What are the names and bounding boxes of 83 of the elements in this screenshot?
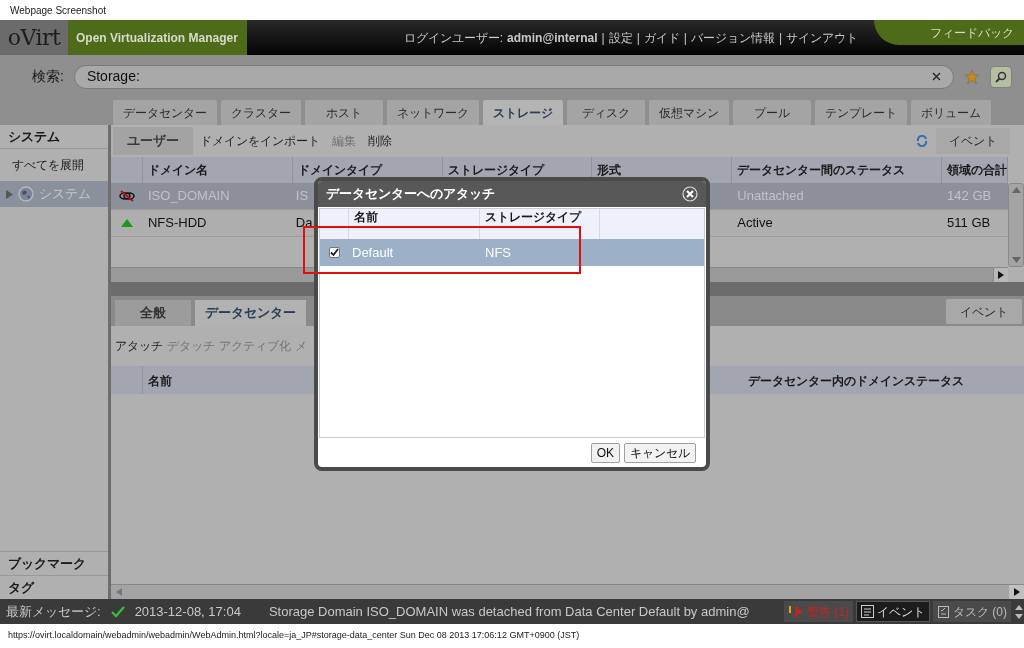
column-header[interactable]: ドメイン名 (147, 161, 208, 179)
column-header[interactable]: ストレージタイプ (485, 210, 581, 224)
detail-tab[interactable]: データセンター (195, 300, 306, 326)
toolbar-action[interactable]: アタッチ (114, 337, 164, 355)
user-label: ログインユーザー: (403, 29, 504, 47)
main-tab[interactable]: クラスター (221, 100, 301, 125)
column-header[interactable]: 形式 (597, 161, 622, 179)
main-tab[interactable]: 仮想マシン (649, 100, 729, 125)
wrench-icon (788, 604, 804, 619)
main-tab[interactable]: ストレージ (483, 100, 563, 125)
column-header[interactable]: 領域の合計 (947, 161, 1007, 179)
column-header[interactable]: ストレージタイプ (447, 161, 544, 179)
table-cell: NFS-HDD (147, 215, 207, 231)
page-url: https://ovirt.localdomain/webadmin/webadmin/WebAdmin.html?locale=ja_JP#storage-data_center Sun Dec 08 2013 17:06:12 GMT+0900 (JST) (8, 629, 580, 643)
check-icon (110, 605, 125, 618)
events-button[interactable]: イベント (856, 601, 930, 622)
product-name: Open Virtualization Manager (76, 29, 238, 47)
page-caption: Webpage Screenshot (10, 3, 106, 18)
separator: | (636, 29, 640, 47)
user-name: admin@internal (507, 29, 598, 47)
main-tab[interactable]: ホスト (305, 100, 383, 125)
tasks-button[interactable]: タスク (0) (933, 601, 1011, 622)
horizontal-scrollbar[interactable] (111, 584, 1024, 599)
table-cell: Default (352, 244, 394, 260)
column-header[interactable]: データセンター内のドメインステータス (748, 374, 964, 388)
logo: oVirt (7, 24, 61, 52)
checkbox[interactable] (329, 247, 340, 258)
header-link[interactable]: バージョン情報 (690, 28, 775, 47)
column-header[interactable]: データセンター間のステータス (737, 161, 906, 179)
events-button[interactable]: イベント (936, 128, 1010, 154)
main-tab[interactable]: データセンター (113, 100, 217, 125)
left-arrow-icon[interactable] (115, 588, 122, 596)
right-arrow-icon[interactable] (998, 271, 1004, 279)
toolbar-action[interactable]: ドメインをインポート (197, 132, 323, 150)
column-header[interactable]: 名前 (354, 210, 378, 224)
header-link[interactable]: 設定 (608, 28, 633, 47)
star-icon[interactable] (964, 68, 980, 85)
sidebar-section-header[interactable]: ブックマーク (8, 553, 86, 574)
list-icon (861, 605, 874, 618)
feedback-tab[interactable]: フィードバック (874, 20, 1024, 45)
up-arrow-icon[interactable] (1011, 187, 1021, 193)
sidebar-section-header[interactable]: タグ (8, 577, 34, 598)
expand-caret-icon[interactable] (5, 189, 13, 199)
refresh-icon[interactable] (916, 135, 928, 147)
main-tab[interactable]: ディスク (567, 100, 645, 125)
table-cell: 511 GB (947, 215, 991, 231)
header-link[interactable]: サインアウト (786, 28, 858, 47)
separator: | (601, 29, 605, 47)
search-icon (995, 70, 1007, 83)
globe-icon (18, 186, 34, 202)
expand-toggle-icon[interactable] (1014, 603, 1024, 620)
main-tab[interactable]: ボリューム (911, 100, 991, 125)
dialog-button[interactable]: OK (590, 442, 620, 463)
events-button[interactable]: イベント (946, 299, 1022, 324)
table-cell: Active (737, 215, 773, 231)
dialog-button[interactable]: キャンセル (624, 442, 696, 463)
column-header[interactable]: ドメインタイプ (297, 161, 382, 179)
main-tab[interactable]: プール (733, 100, 811, 125)
toolbar-action[interactable]: 削除 (365, 132, 395, 150)
main-tab[interactable]: テンプレート (815, 100, 907, 125)
vertical-scrollbar[interactable] (1008, 183, 1024, 267)
main-tab[interactable]: ネットワーク (387, 100, 479, 125)
status-label: 最新メッセージ: (6, 602, 101, 621)
detail-tab[interactable]: 全般 (115, 300, 191, 326)
right-arrow-icon[interactable] (1013, 588, 1020, 596)
separator: | (778, 29, 782, 47)
down-arrow-icon[interactable] (1011, 257, 1021, 263)
search-field[interactable]: Storage: (73, 64, 954, 89)
search-label: 検索: (32, 67, 64, 86)
header-link[interactable]: ガイド (643, 28, 680, 47)
table-cell: NFS (485, 244, 511, 260)
expand-all-link[interactable]: すべてを展開 (12, 156, 84, 174)
separator: | (683, 29, 687, 47)
sidebar-title: システム (8, 127, 60, 146)
status-time: 2013-12-08, 17:04 (134, 602, 241, 621)
dialog-title: データセンターへのアタッチ (326, 185, 496, 204)
column-header[interactable]: 名前 (148, 374, 172, 388)
clear-icon[interactable] (932, 72, 941, 81)
status-message: Storage Domain ISO_DOMAIN was detached from Data Center Default by admin@ (268, 602, 751, 621)
users-tab[interactable]: ユーザー (113, 127, 193, 155)
search-button[interactable] (990, 65, 1012, 88)
clipboard-icon (937, 605, 950, 618)
close-icon[interactable] (682, 186, 698, 202)
